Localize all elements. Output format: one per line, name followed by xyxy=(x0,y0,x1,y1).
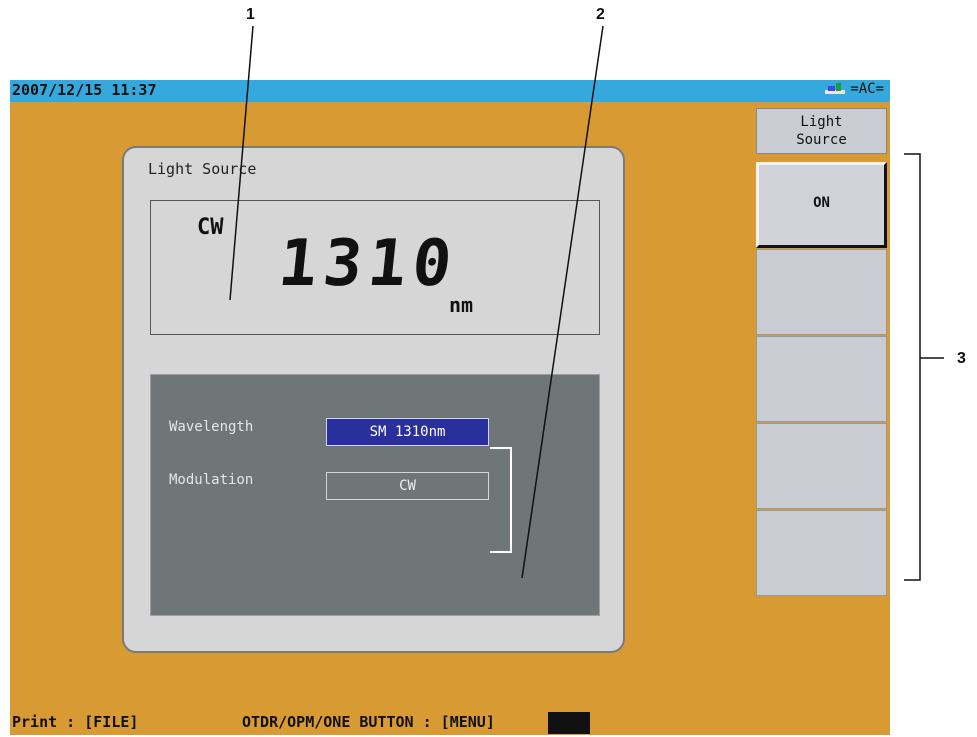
callout-2-leader xyxy=(521,25,604,579)
callout-3-bracket xyxy=(904,153,921,581)
callout-leaders xyxy=(229,25,944,581)
callout-1-leader xyxy=(229,25,254,301)
